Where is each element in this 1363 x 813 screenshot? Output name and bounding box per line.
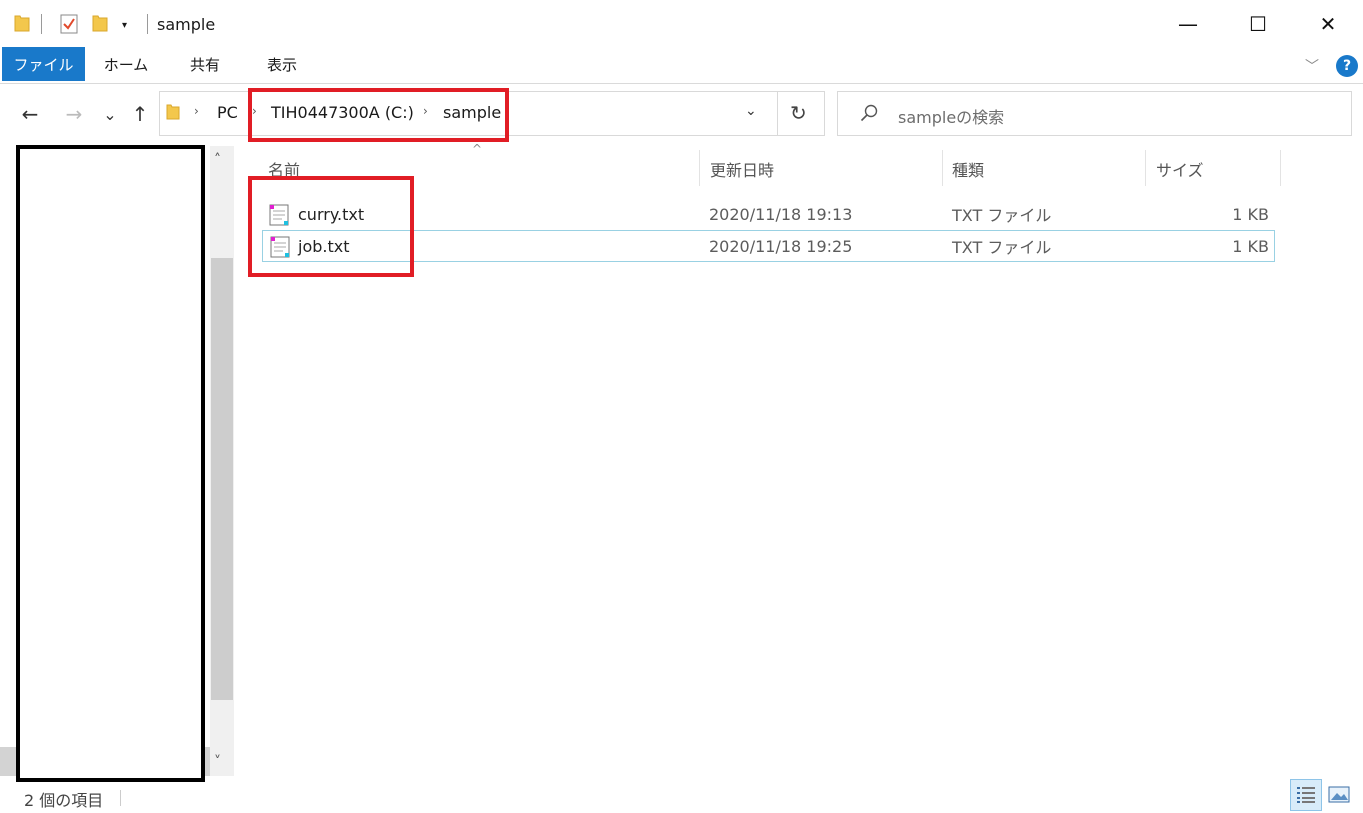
search-placeholder[interactable]: sampleの検索	[898, 104, 1004, 128]
up-button[interactable]: ↑	[128, 100, 152, 128]
back-button[interactable]: ←	[18, 100, 42, 128]
column-header-size[interactable]: サイズ	[1156, 157, 1204, 181]
sort-indicator-icon: ^	[472, 142, 483, 156]
up-arrow-icon: ↑	[131, 102, 149, 126]
maximize-icon: ☐	[1249, 12, 1267, 36]
title-bar: ▾ sample — ☐ ✕	[0, 0, 1363, 48]
close-icon: ✕	[1319, 12, 1337, 36]
toolbar-separator	[41, 14, 42, 34]
ribbon-tabs: ファイル ホーム 共有 表示 ﹀ ?	[0, 47, 1363, 84]
column-divider[interactable]	[942, 150, 943, 186]
scroll-up-icon[interactable]: ˄	[214, 152, 221, 168]
details-view-button[interactable]	[1290, 779, 1322, 811]
column-divider[interactable]	[1145, 150, 1146, 186]
column-divider[interactable]	[1280, 150, 1281, 186]
properties-icon[interactable]	[60, 14, 78, 34]
large-icons-view-icon[interactable]	[1328, 785, 1350, 805]
help-icon[interactable]: ?	[1336, 55, 1358, 77]
minimize-button[interactable]: —	[1153, 0, 1223, 48]
search-icon	[860, 104, 878, 122]
tab-share[interactable]: 共有	[175, 47, 235, 81]
path-highlight	[248, 88, 509, 142]
status-item-count: 2 個の項目	[24, 791, 104, 810]
column-header-type[interactable]: 種類	[952, 157, 984, 181]
back-arrow-icon: ←	[21, 102, 39, 126]
close-button[interactable]: ✕	[1293, 0, 1363, 48]
file-type: TXT ファイル	[952, 238, 1052, 257]
quick-access-dropdown[interactable]: ▾	[122, 20, 127, 31]
chevron-down-icon: ⌄	[103, 104, 117, 124]
folder-icon	[166, 104, 180, 120]
forward-arrow-icon: →	[65, 102, 83, 126]
new-folder-icon[interactable]	[92, 14, 108, 32]
column-divider[interactable]	[699, 150, 700, 186]
minimize-icon: —	[1178, 12, 1198, 36]
tab-file[interactable]: ファイル	[2, 47, 85, 81]
refresh-icon[interactable]: ↻	[790, 101, 807, 125]
navigation-pane[interactable]	[16, 145, 205, 782]
nav-scrollbar-thumb[interactable]	[211, 258, 233, 700]
tab-home[interactable]: ホーム	[92, 47, 160, 81]
address-dropdown-icon[interactable]: ⌄	[745, 103, 757, 119]
file-type: TXT ファイル	[952, 206, 1052, 225]
status-divider	[120, 790, 121, 806]
breadcrumb-pc[interactable]: PC	[217, 103, 238, 122]
forward-button[interactable]: →	[62, 100, 86, 128]
recent-locations-button[interactable]: ⌄	[98, 100, 122, 128]
nav-pane-edge	[0, 747, 16, 776]
file-modified: 2020/11/18 19:13	[709, 204, 853, 224]
file-size: 1 KB	[1232, 204, 1269, 224]
column-header-modified[interactable]: 更新日時	[710, 157, 774, 181]
details-view-icon	[1297, 787, 1315, 803]
files-highlight	[248, 176, 414, 277]
breadcrumb-separator[interactable]: ›	[194, 104, 199, 118]
toolbar-separator	[147, 14, 148, 34]
file-size: 1 KB	[1232, 236, 1269, 256]
window-title: sample	[157, 15, 216, 34]
address-divider	[777, 91, 778, 136]
scroll-down-icon[interactable]: ˅	[214, 754, 221, 770]
ribbon-expand-icon[interactable]: ﹀	[1305, 56, 1319, 76]
folder-icon[interactable]	[14, 14, 30, 32]
tab-view[interactable]: 表示	[252, 47, 312, 81]
maximize-button[interactable]: ☐	[1223, 0, 1293, 48]
file-modified: 2020/11/18 19:25	[709, 236, 853, 256]
